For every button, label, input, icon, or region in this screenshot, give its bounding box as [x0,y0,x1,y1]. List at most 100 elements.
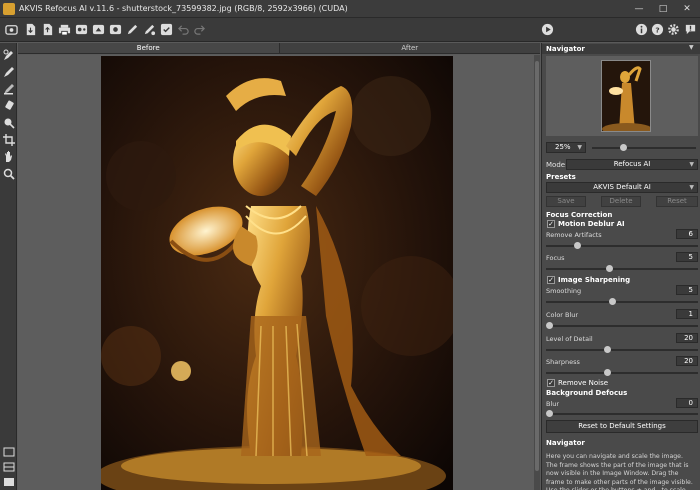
help-text: Here you can navigate and scale the imag… [546,453,693,490]
remove-artifacts-slider[interactable] [546,245,698,247]
tool-strip [0,43,17,490]
blur-value[interactable]: 0 [676,398,698,408]
open-icon[interactable] [23,22,37,36]
blur-slider[interactable] [546,413,698,415]
notify-icon[interactable] [683,22,697,36]
minimize-icon[interactable]: — [628,0,650,18]
redo-icon[interactable] [192,22,206,36]
scrollbar-thumb[interactable] [535,61,539,471]
tab-before[interactable]: Before [18,43,279,53]
smoothing-value[interactable]: 5 [676,285,698,295]
close-icon[interactable]: ✕ [676,0,698,18]
info-icon[interactable] [634,22,648,36]
blur-handle[interactable] [546,410,553,417]
image-scrollbar[interactable] [534,55,540,490]
focus-brush-icon[interactable] [2,48,15,61]
remove-noise-checkbox[interactable]: ✓ [547,379,555,387]
toolbar: ? [0,18,700,42]
preset-select[interactable]: AKVIS Default AI ▼ [546,182,698,193]
remove-artifacts-value[interactable]: 6 [676,229,698,239]
preset-value: AKVIS Default AI [593,183,651,191]
focus-slider[interactable] [546,268,698,270]
stamp-icon[interactable] [2,116,15,129]
gear-icon[interactable] [666,22,680,36]
settings-icon[interactable] [142,22,156,36]
sharpness-slider[interactable] [546,372,698,374]
compare-view-icon[interactable] [2,475,15,488]
level-of-detail-value[interactable]: 20 [676,333,698,343]
preset-save-button[interactable]: Save [546,196,586,207]
navigator-thumbnail[interactable] [601,60,651,132]
level-of-detail-handle[interactable] [604,346,611,353]
app-logo-icon [3,2,15,15]
single-view-icon[interactable] [2,445,15,458]
save-icon[interactable] [40,22,54,36]
smudge-icon[interactable] [2,99,15,112]
color-blur-slider[interactable] [546,325,698,327]
reset-default-button[interactable]: Reset to Default Settings [546,420,698,433]
run-icon[interactable] [540,22,554,36]
color-blur-handle[interactable] [546,322,553,329]
check-icon[interactable] [159,22,173,36]
title-bar: AKVIS Refocus AI v.11.6 - shutterstock_7… [0,0,700,18]
zoom-dropdown-icon[interactable]: ▼ [577,143,582,152]
batch-icon[interactable] [74,22,88,36]
remove-artifacts-handle[interactable] [574,242,581,249]
smoothing-slider[interactable] [546,301,698,303]
print-icon[interactable] [57,22,71,36]
sharpness-label: Sharpness [546,358,580,366]
focus-correction-heading: Focus Correction [546,211,613,219]
color-blur-value[interactable]: 1 [676,309,698,319]
remove-artifacts-label: Remove Artifacts [546,231,602,239]
level-of-detail-slider[interactable] [546,349,698,351]
mode-label: Mode: [546,161,568,169]
collapse-icon[interactable]: ▼ [689,44,694,51]
smoothing-handle[interactable] [609,298,616,305]
background-defocus-heading: Background Defocus [546,389,628,397]
smoothing-label: Smoothing [546,287,582,295]
crop-icon[interactable] [2,133,15,146]
statue-image [101,56,453,490]
zoom-slider-handle[interactable] [620,144,627,151]
brush-icon[interactable] [125,22,139,36]
presets-heading: Presets [546,173,576,181]
zoom-icon[interactable] [2,167,15,180]
settings-panel: Navigator ▼ 25% ▼ Mode: Refocus AI ▼ Pre… [541,43,700,490]
zoom-field[interactable]: 25% ▼ [546,142,586,153]
navigator-heading: Navigator [542,44,700,54]
view-tabs: Before After [18,43,540,54]
color-blur-label: Color Blur [546,311,579,319]
chevron-down-icon: ▼ [689,161,694,168]
motion-deblur-label: Motion Deblur AI [558,220,625,228]
preset-reset-button[interactable]: Reset [656,196,698,207]
split-view-icon[interactable] [2,460,15,473]
navigator-box[interactable] [546,56,698,136]
sharpness-value[interactable]: 20 [676,356,698,366]
image-sharpening-label: Image Sharpening [558,276,631,284]
window-title: AKVIS Refocus AI v.11.6 - shutterstock_7… [19,4,348,13]
help-title: Navigator [546,439,585,447]
zoom-value: 25% [555,143,571,151]
zoom-slider-track[interactable] [592,147,696,149]
main-image[interactable] [101,56,453,490]
undo-icon[interactable] [176,22,190,36]
hand-icon[interactable] [2,150,15,163]
preset-icon[interactable] [91,22,105,36]
focus-handle[interactable] [606,265,613,272]
focus-label: Focus [546,254,565,262]
help-icon[interactable]: ? [650,22,664,36]
plugin-icon[interactable] [108,22,122,36]
sharpness-handle[interactable] [604,369,611,376]
pen-icon[interactable] [2,65,15,78]
eraser-icon[interactable] [2,82,15,95]
preset-delete-button[interactable]: Delete [601,196,641,207]
motion-deblur-checkbox[interactable]: ✓ [547,220,555,228]
mode-select[interactable]: Refocus AI ▼ [566,159,698,170]
maximize-icon[interactable]: □ [652,0,674,18]
image-sharpening-checkbox[interactable]: ✓ [547,276,555,284]
tab-after[interactable]: After [278,43,541,53]
remove-noise-label: Remove Noise [558,379,609,387]
home-icon[interactable] [4,22,18,36]
focus-value[interactable]: 5 [676,252,698,262]
blur-label: Blur [546,400,560,408]
